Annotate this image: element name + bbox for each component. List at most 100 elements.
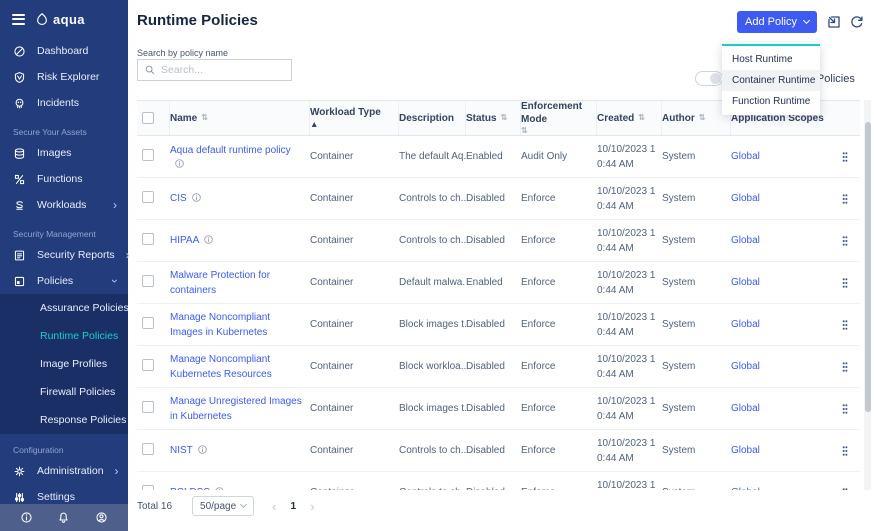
column-header-author[interactable]: Author ⇅ [662,101,731,135]
row-actions-icon[interactable] [838,276,852,290]
created-date: 10/10/2023 10:44 AM [597,269,656,296]
row-checkbox[interactable] [142,485,154,490]
enforcement-mode: Enforce [521,487,597,490]
export-icon[interactable] [826,14,842,30]
page-size-select[interactable]: 50/page [192,496,255,516]
sidebar-item-security-reports[interactable]: Security Reports › [0,242,130,268]
row-checkbox[interactable] [142,191,154,203]
application-scope-link[interactable]: Global [731,151,760,162]
application-scope-link[interactable]: Global [731,445,760,456]
prev-page-button[interactable]: ‹ [272,500,276,513]
policy-name-link[interactable]: HIPAA [170,235,199,246]
menu-icon[interactable] [12,13,25,25]
policy-name-link[interactable]: NIST [170,445,193,456]
column-header-enforcement-mode[interactable]: Enforcement Mode ⇅ [521,101,597,135]
author: System [662,403,696,414]
row-checkbox[interactable] [142,233,154,245]
row-actions-icon[interactable] [838,486,852,491]
row-actions-icon[interactable] [838,402,852,416]
policy-description: The default Aq... [399,151,466,162]
row-actions-icon[interactable] [838,234,852,248]
current-page[interactable]: 1 [290,500,296,512]
sidebar-item-images[interactable]: Images [0,140,128,166]
row-checkbox[interactable] [142,275,154,287]
sidebar-item-workloads[interactable]: Workloads › [0,192,128,218]
row-checkbox[interactable] [142,149,154,161]
application-scope-link[interactable]: Global [731,403,760,414]
application-scope-link[interactable]: Global [731,361,760,372]
sidebar-item-policies[interactable]: Policies › [0,268,128,294]
deprecated-policies-toggle[interactable] [695,71,723,86]
application-scope-link[interactable]: Global [731,235,760,246]
sidebar-item-risk-explorer[interactable]: Risk Explorer [0,64,128,90]
row-actions-icon[interactable] [838,150,852,164]
bell-icon[interactable] [57,511,70,524]
policy-name-link[interactable]: PCI DSS [170,487,210,490]
user-icon[interactable] [95,511,108,524]
scrollbar-thumb[interactable] [864,122,871,412]
author: System [662,277,696,288]
add-policy-button[interactable]: Add Policy [737,11,817,33]
administration-icon [13,465,26,478]
row-actions-icon[interactable] [838,444,852,458]
search-input[interactable] [161,64,285,76]
column-header-status[interactable]: Status ⇅ [466,101,521,135]
sidebar-item-dashboard[interactable]: Dashboard [0,38,128,64]
row-checkbox[interactable] [142,443,154,455]
status-text: Disabled [466,361,505,372]
status-text: Disabled [466,403,505,414]
policy-name-link[interactable]: Manage Unregistered Images in Kubernetes [170,396,302,422]
policy-name-link[interactable]: CIS [170,193,187,204]
application-scope-link[interactable]: Global [731,277,760,288]
column-header-description[interactable]: Description [399,101,466,135]
row-checkbox[interactable] [142,401,154,413]
application-scope-link[interactable]: Global [731,319,760,330]
search-box [137,59,292,81]
column-header-name[interactable]: Name ⇅ [170,101,310,135]
sidebar-item-image-profiles[interactable]: Image Profiles [0,350,128,378]
scrollbar-track[interactable] [864,100,871,490]
created-date: 10/10/2023 10:44 AM [597,185,656,212]
column-header-workload-type[interactable]: Workload Type ▲ [310,101,399,135]
policy-name-link[interactable]: Aqua default runtime policy [170,145,291,156]
policy-name-link[interactable]: Manage Noncompliant Kubernetes Resources [170,354,272,380]
workload-type: Container [310,487,399,490]
sidebar-item-label: Risk Explorer [37,70,100,83]
policy-name-link[interactable]: Malware Protection for containers [170,270,270,296]
application-scope-link[interactable]: Global [731,487,760,490]
application-scope-link[interactable]: Global [731,193,760,204]
select-all-checkbox[interactable] [142,112,154,124]
row-actions-icon[interactable] [838,360,852,374]
dropdown-item[interactable]: Container Runtime [722,70,820,91]
sidebar-item-label: Firewall Policies [40,385,116,398]
info-icon[interactable] [20,511,33,524]
sort-icon: ⇅ [638,112,645,122]
dropdown-item[interactable]: Function Runtime [722,91,820,112]
row-actions-icon[interactable] [838,318,852,332]
sidebar-item-runtime-policies[interactable]: Runtime Policies [0,322,128,350]
policy-description: Controls to ch... [399,445,466,456]
sort-icon: ⇅ [201,112,208,122]
sidebar-item-functions[interactable]: Functions [0,166,128,192]
sidebar-item-administration[interactable]: Administration › [0,458,128,484]
sidebar-item-incidents[interactable]: Incidents [0,90,128,116]
created-date: 10/10/2023 10:44 AM [597,353,656,380]
sidebar-item-response-policies[interactable]: Response Policies [0,406,128,434]
sidebar-item-label: Workloads [37,198,87,211]
images-icon [13,147,26,160]
row-actions-icon[interactable] [838,192,852,206]
aqua-droplet-icon [35,12,49,26]
sidebar-item-assurance-policies[interactable]: Assurance Policies [0,294,129,322]
author: System [662,445,696,456]
sort-icon: ⇅ [521,125,528,135]
pagination: Total 16 50/page ‹ 1 › [137,496,315,516]
next-page-button[interactable]: › [310,500,314,513]
dropdown-item[interactable]: Host Runtime [722,49,820,70]
refresh-icon[interactable] [849,14,865,30]
policy-name-link[interactable]: Manage Noncompliant Images in Kubernetes [170,312,270,338]
row-checkbox[interactable] [142,317,154,329]
column-header-created[interactable]: Created ⇅ [597,101,662,135]
created-date: 10/10/2023 10:44 AM [597,395,656,422]
sidebar-item-firewall-policies[interactable]: Firewall Policies [0,378,128,406]
row-checkbox[interactable] [142,359,154,371]
